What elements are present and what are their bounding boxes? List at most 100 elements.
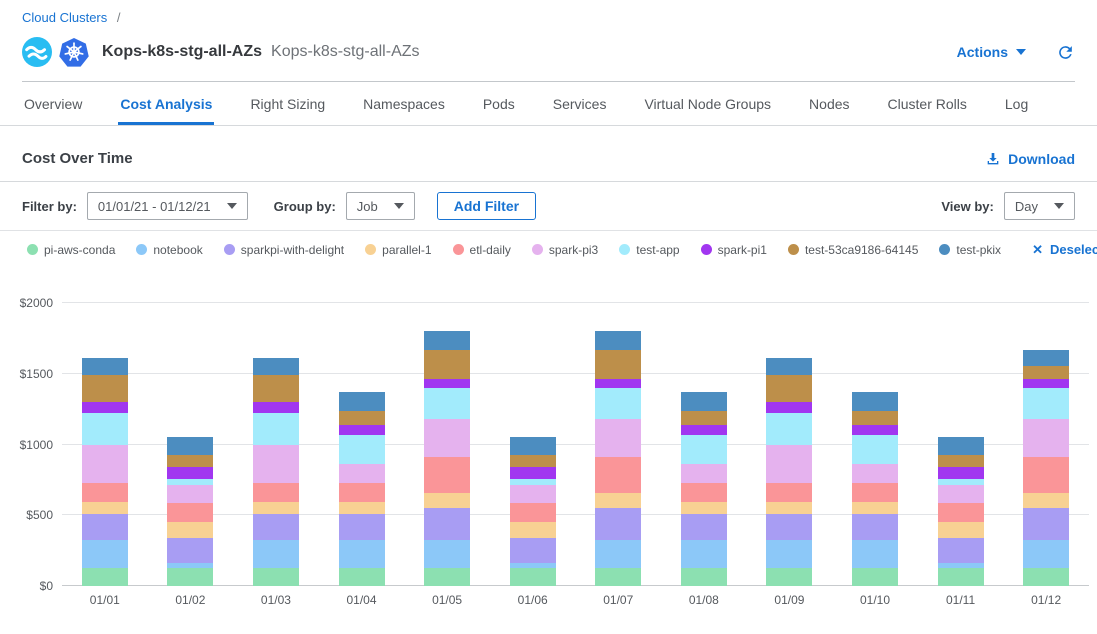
legend-item-notebook[interactable]: notebook <box>136 243 202 257</box>
bar-segment-spark-pi1[interactable] <box>766 402 812 413</box>
bar-segment-spark-pi1[interactable] <box>253 402 299 413</box>
bar-stack-01/06[interactable] <box>510 303 556 586</box>
breadcrumb-link-cloud-clusters[interactable]: Cloud Clusters <box>22 10 107 25</box>
bar-segment-sparkpi-with-delight[interactable] <box>681 514 727 540</box>
bar-segment-test-pkix[interactable] <box>595 331 641 349</box>
bar-segment-etl-daily[interactable] <box>167 503 213 523</box>
add-filter-button[interactable]: Add Filter <box>437 192 536 220</box>
legend-item-etl-daily[interactable]: etl-daily <box>453 243 511 257</box>
bar-segment-test-53ca9186-64145[interactable] <box>424 350 470 379</box>
bar-segment-etl-daily[interactable] <box>681 483 727 501</box>
bar-segment-test-app[interactable] <box>1023 388 1069 419</box>
bar-segment-sparkpi-with-delight[interactable] <box>167 538 213 563</box>
bar-segment-test-pkix[interactable] <box>681 392 727 410</box>
bar-segment-etl-daily[interactable] <box>852 483 898 501</box>
legend-item-parallel-1[interactable]: parallel-1 <box>365 243 431 257</box>
tab-cluster-rolls[interactable]: Cluster Rolls <box>886 82 969 125</box>
bar-segment-test-53ca9186-64145[interactable] <box>766 375 812 403</box>
bar-segment-test-app[interactable] <box>595 388 641 419</box>
bar-segment-test-53ca9186-64145[interactable] <box>1023 366 1069 379</box>
bar-stack-01/09[interactable] <box>766 303 812 586</box>
bar-segment-etl-daily[interactable] <box>766 483 812 501</box>
bar-segment-pi-aws-conda[interactable] <box>510 568 556 586</box>
bar-segment-test-53ca9186-64145[interactable] <box>339 411 385 425</box>
bar-segment-parallel-1[interactable] <box>253 502 299 514</box>
bar-segment-test-pkix[interactable] <box>424 331 470 349</box>
bar-segment-spark-pi3[interactable] <box>681 464 727 483</box>
bar-segment-pi-aws-conda[interactable] <box>424 568 470 586</box>
bar-segment-test-app[interactable] <box>82 413 128 445</box>
bar-segment-pi-aws-conda[interactable] <box>766 568 812 586</box>
legend-item-test-pkix[interactable]: test-pkix <box>939 243 1001 257</box>
bar-segment-test-53ca9186-64145[interactable] <box>82 375 128 403</box>
bar-segment-etl-daily[interactable] <box>595 457 641 494</box>
bar-segment-spark-pi1[interactable] <box>1023 379 1069 388</box>
bar-segment-etl-daily[interactable] <box>510 503 556 523</box>
bar-stack-01/05[interactable] <box>424 303 470 586</box>
bar-segment-test-pkix[interactable] <box>253 358 299 375</box>
bar-segment-notebook[interactable] <box>1023 540 1069 568</box>
bar-segment-pi-aws-conda[interactable] <box>82 568 128 586</box>
bar-segment-parallel-1[interactable] <box>82 502 128 514</box>
bar-segment-test-53ca9186-64145[interactable] <box>510 455 556 467</box>
bar-segment-notebook[interactable] <box>424 540 470 568</box>
bar-segment-spark-pi1[interactable] <box>82 402 128 413</box>
bar-segment-spark-pi3[interactable] <box>595 419 641 456</box>
bar-segment-spark-pi1[interactable] <box>424 379 470 388</box>
bar-segment-notebook[interactable] <box>766 540 812 568</box>
deselect-all-button[interactable]: ✕ Deselect All <box>1032 242 1097 257</box>
bar-stack-01/10[interactable] <box>852 303 898 586</box>
bar-segment-parallel-1[interactable] <box>339 502 385 514</box>
bar-segment-parallel-1[interactable] <box>852 502 898 514</box>
bar-segment-pi-aws-conda[interactable] <box>253 568 299 586</box>
bar-segment-spark-pi1[interactable] <box>339 425 385 435</box>
bar-segment-notebook[interactable] <box>82 540 128 568</box>
bar-segment-spark-pi1[interactable] <box>167 467 213 478</box>
bar-stack-01/02[interactable] <box>167 303 213 586</box>
bar-segment-spark-pi3[interactable] <box>510 485 556 503</box>
bar-segment-test-pkix[interactable] <box>82 358 128 375</box>
bar-segment-test-app[interactable] <box>253 413 299 445</box>
bar-segment-sparkpi-with-delight[interactable] <box>424 508 470 540</box>
bar-segment-etl-daily[interactable] <box>82 483 128 501</box>
bar-segment-parallel-1[interactable] <box>424 493 470 508</box>
bar-segment-test-pkix[interactable] <box>339 392 385 410</box>
download-button[interactable]: Download <box>985 151 1075 167</box>
bar-segment-spark-pi3[interactable] <box>167 485 213 503</box>
bar-segment-pi-aws-conda[interactable] <box>852 568 898 586</box>
tab-nodes[interactable]: Nodes <box>807 82 851 125</box>
bar-segment-notebook[interactable] <box>852 540 898 568</box>
legend-item-spark-pi3[interactable]: spark-pi3 <box>532 243 598 257</box>
bar-segment-spark-pi3[interactable] <box>82 445 128 483</box>
tab-right-sizing[interactable]: Right Sizing <box>248 82 327 125</box>
tab-cost-analysis[interactable]: Cost Analysis <box>118 82 214 125</box>
bar-segment-spark-pi3[interactable] <box>766 445 812 483</box>
tab-pods[interactable]: Pods <box>481 82 517 125</box>
bar-segment-test-53ca9186-64145[interactable] <box>595 350 641 379</box>
bar-stack-01/08[interactable] <box>681 303 727 586</box>
tab-namespaces[interactable]: Namespaces <box>361 82 447 125</box>
bar-segment-test-pkix[interactable] <box>766 358 812 375</box>
bar-segment-spark-pi3[interactable] <box>938 485 984 503</box>
tab-overview[interactable]: Overview <box>22 82 84 125</box>
bar-segment-test-app[interactable] <box>852 435 898 465</box>
bar-segment-pi-aws-conda[interactable] <box>595 568 641 586</box>
bar-segment-spark-pi1[interactable] <box>510 467 556 478</box>
bar-segment-spark-pi1[interactable] <box>852 425 898 435</box>
bar-segment-notebook[interactable] <box>339 540 385 568</box>
bar-segment-etl-daily[interactable] <box>253 483 299 501</box>
legend-item-sparkpi-with-delight[interactable]: sparkpi-with-delight <box>224 243 344 257</box>
bar-segment-spark-pi1[interactable] <box>595 379 641 388</box>
legend-item-test-app[interactable]: test-app <box>619 243 679 257</box>
bar-segment-pi-aws-conda[interactable] <box>339 568 385 586</box>
bar-segment-spark-pi1[interactable] <box>681 425 727 435</box>
bar-segment-sparkpi-with-delight[interactable] <box>595 508 641 540</box>
bar-segment-parallel-1[interactable] <box>1023 493 1069 508</box>
bar-segment-notebook[interactable] <box>253 540 299 568</box>
bar-segment-test-app[interactable] <box>424 388 470 419</box>
bar-segment-etl-daily[interactable] <box>1023 457 1069 494</box>
bar-segment-spark-pi3[interactable] <box>852 464 898 483</box>
bar-segment-sparkpi-with-delight[interactable] <box>253 514 299 540</box>
bar-segment-test-53ca9186-64145[interactable] <box>681 411 727 425</box>
bar-segment-etl-daily[interactable] <box>938 503 984 523</box>
